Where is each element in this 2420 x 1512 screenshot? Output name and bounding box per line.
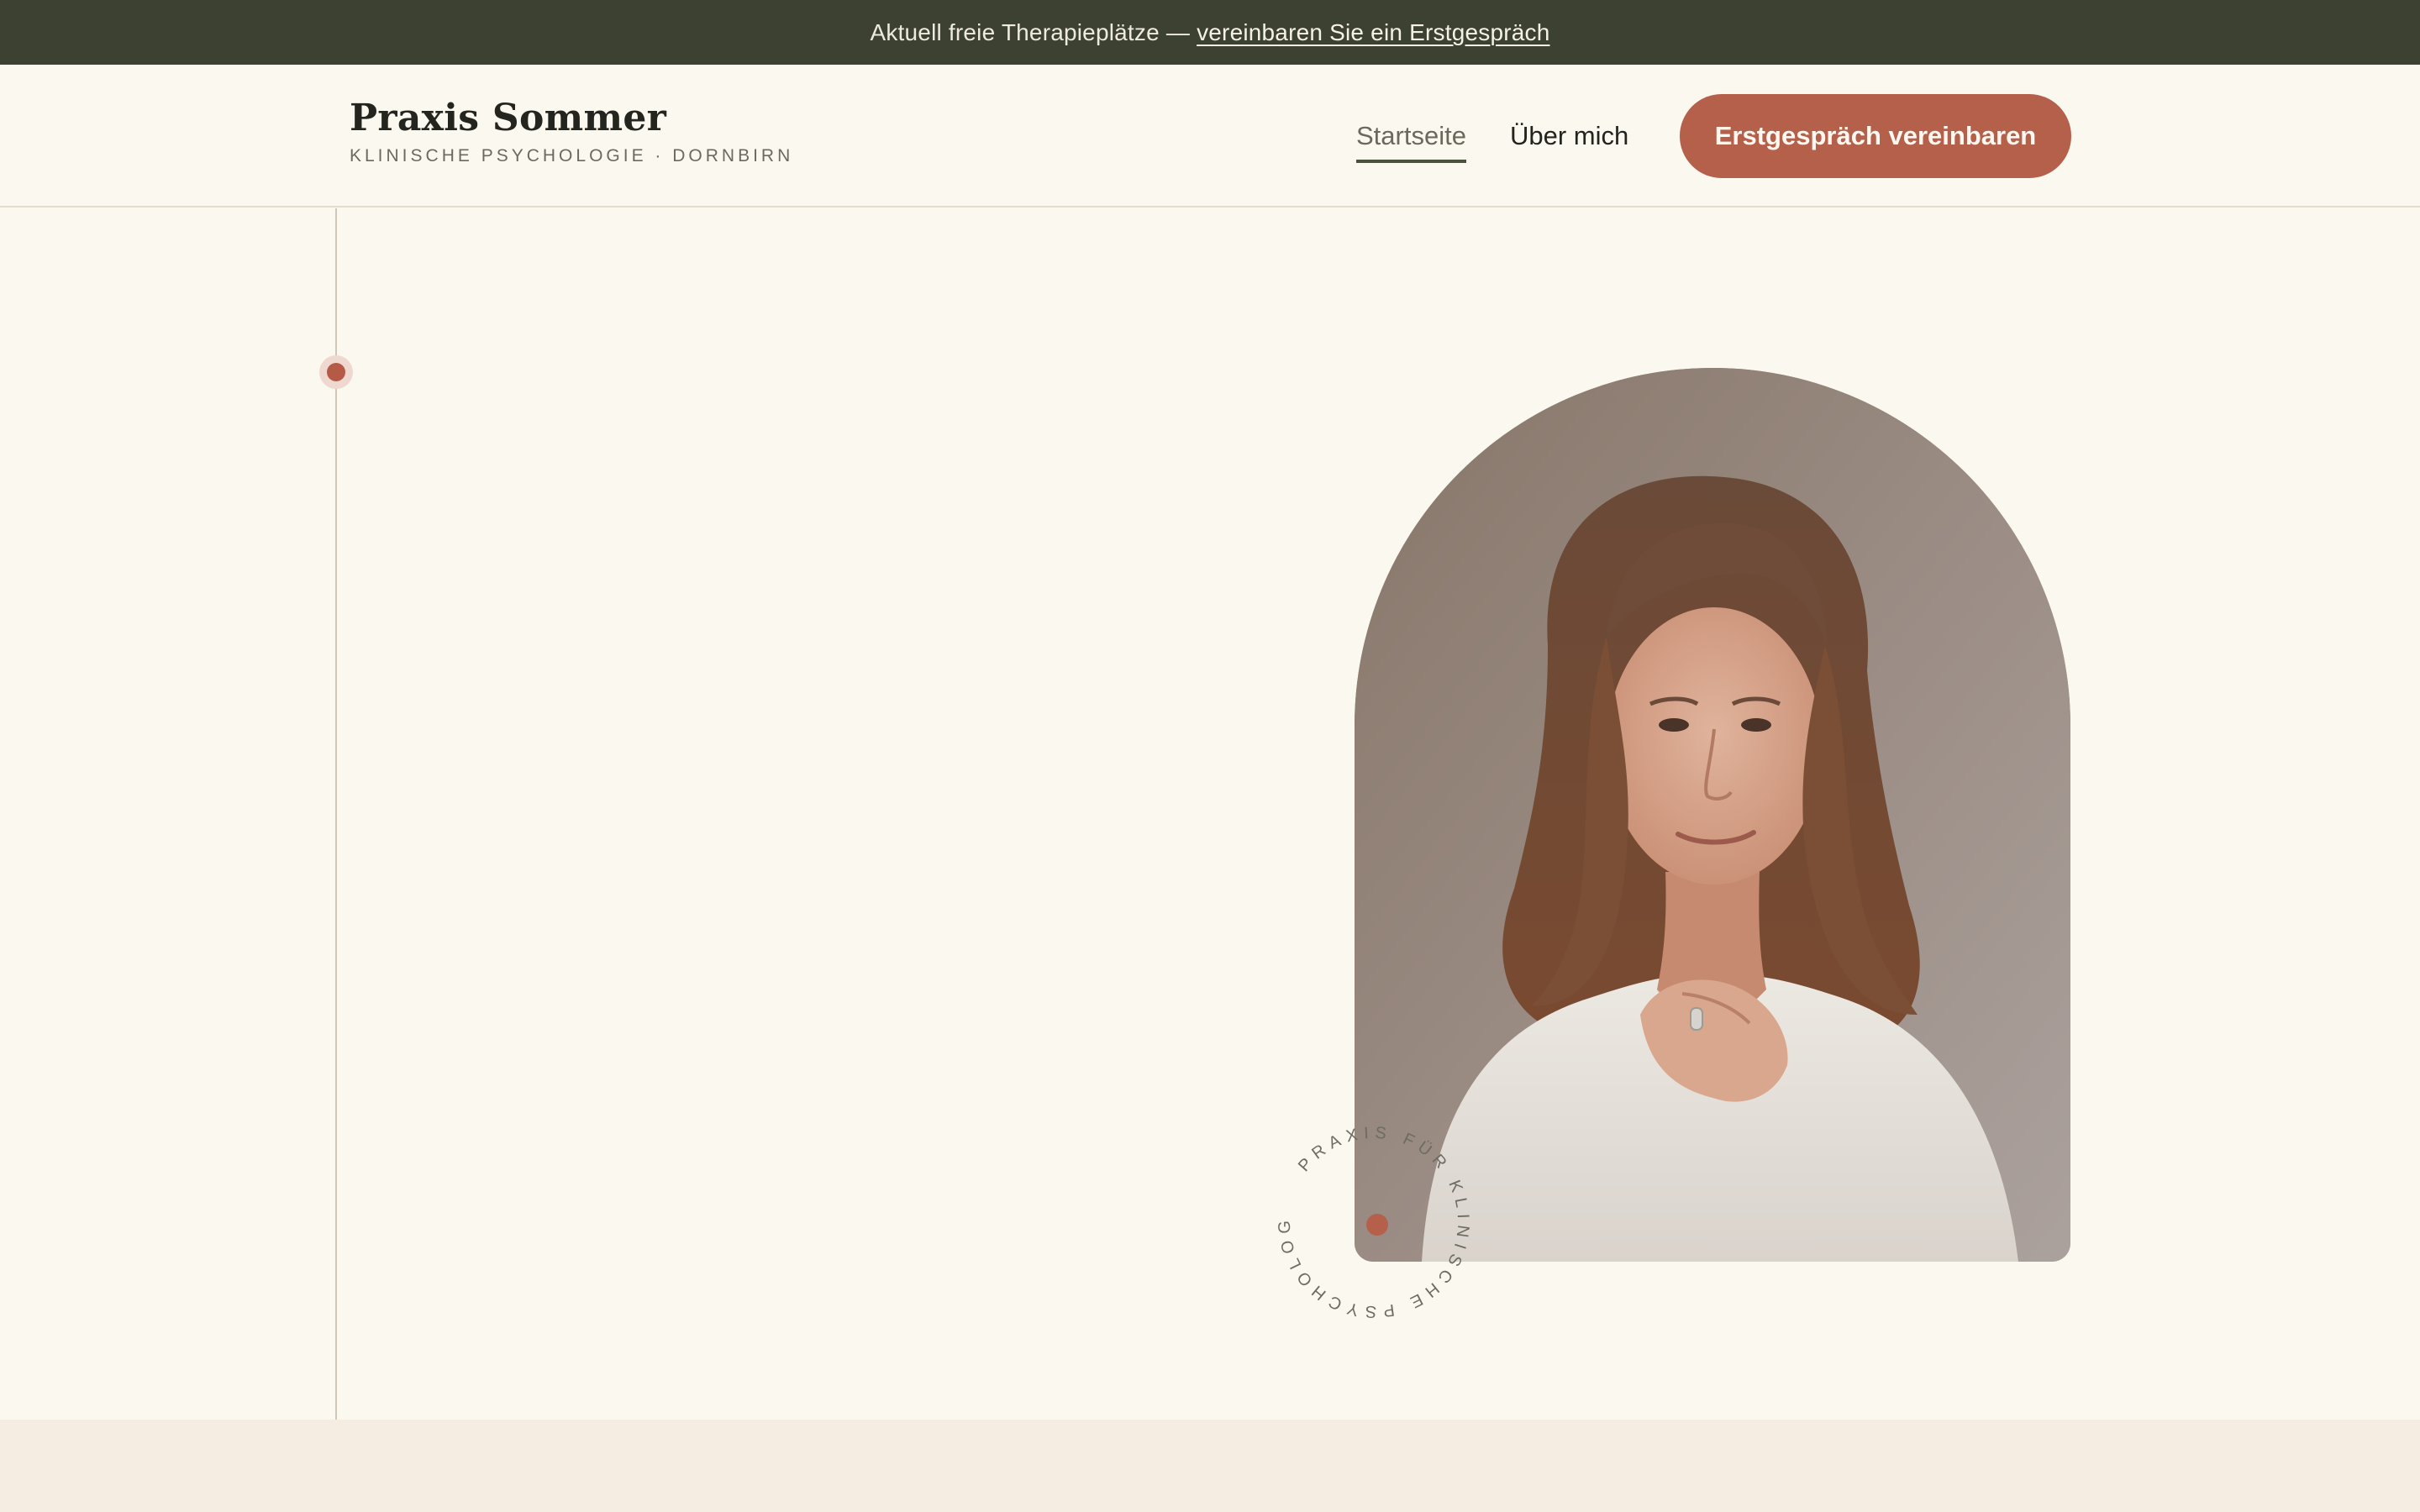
brand-title: Praxis Sommer xyxy=(350,97,667,139)
main-nav: Startseite Über mich xyxy=(1356,65,1628,207)
site-header: Praxis Sommer KLINISCHE PSYCHOLOGIE · DO… xyxy=(0,65,2420,207)
announcement-link[interactable]: vereinbaren Sie ein Erstgespräch xyxy=(1197,19,1549,46)
announcement-separator: — xyxy=(1165,18,1191,45)
timeline-line xyxy=(335,208,337,1512)
nav-item-ueber-mich[interactable]: Über mich xyxy=(1510,121,1628,151)
next-section-band xyxy=(0,1420,2420,1512)
brand-logo[interactable]: Praxis Sommer KLINISCHE PSYCHOLOGIE · DO… xyxy=(350,97,793,166)
announcement-text: Aktuell freie Therapieplätze xyxy=(870,18,1160,45)
nav-item-startseite[interactable]: Startseite xyxy=(1356,121,1466,163)
brand-subtitle: KLINISCHE PSYCHOLOGIE · DORNBIRN xyxy=(350,146,794,165)
badge-dot xyxy=(1366,1214,1388,1236)
announcement-bar: Aktuell freie Therapieplätze — vereinbar… xyxy=(0,0,2420,65)
timeline-dot xyxy=(327,363,345,381)
book-appointment-button[interactable]: Erstgespräch vereinbaren xyxy=(1680,94,2071,178)
